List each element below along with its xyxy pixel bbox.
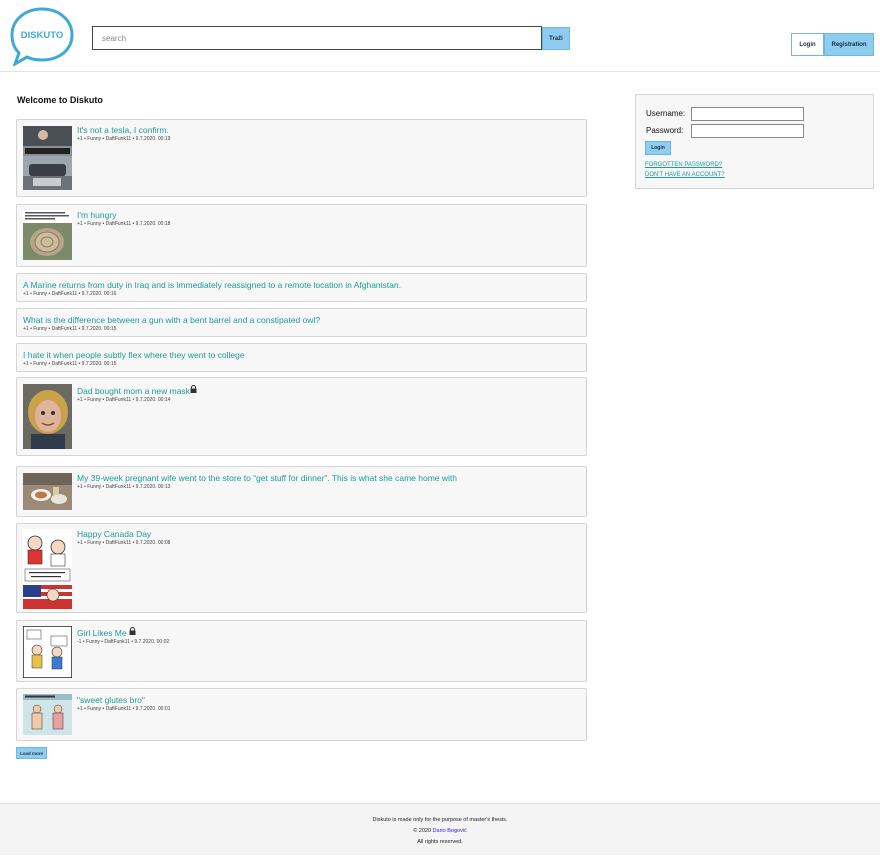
password-label: Password: <box>646 126 684 135</box>
login-button[interactable]: Login <box>645 141 671 155</box>
login-panel: Username: Password: Login FORGOTTEN PASS… <box>635 94 874 189</box>
post-card: Girl Likes Me -1 • Funny • DaftFunk11 • … <box>16 620 587 682</box>
post-meta: +1 • Funny • DaftFunk11 • 9.7.2020. 00:0… <box>77 540 171 546</box>
post-card: It's not a tesla, I confirm. +1 • Funny … <box>16 119 587 197</box>
post-card: Dad bought mom a new mask +1 • Funny • D… <box>16 377 587 456</box>
forgotten-password-link[interactable]: FORGOTTEN PASSWORD? <box>645 162 722 168</box>
footer-copyright: © 2020 Dario Bogović <box>0 828 880 834</box>
post-meta: +1 • Funny • DaftFunk11 • 9.7.2020. 00:0… <box>77 706 171 712</box>
footer-rights: All rights reserved. <box>417 839 463 845</box>
diskuto-logo[interactable]: DISKUTO <box>9 6 75 66</box>
post-meta: +1 • Funny • DaftFunk11 • 9.7.2020. 00:1… <box>77 221 171 227</box>
header-registration-button[interactable]: Registration <box>824 33 874 56</box>
post-card: "sweet glutes bro" +1 • Funny • DaftFunk… <box>16 688 587 741</box>
post-card: Happy Canada Day +1 • Funny • DaftFunk11… <box>16 523 587 613</box>
post-thumbnail[interactable] <box>23 473 72 510</box>
search-input[interactable] <box>92 26 542 50</box>
post-card: I hate it when people subtly flex where … <box>16 343 587 372</box>
logo-text: DISKUTO <box>21 30 64 41</box>
post-thumbnail[interactable] <box>23 529 72 609</box>
post-thumbnail[interactable] <box>23 126 72 190</box>
post-card: My 39-week pregnant wife went to the sto… <box>16 466 587 517</box>
post-title[interactable]: "sweet glutes bro" <box>77 695 145 705</box>
post-thumbnail[interactable] <box>23 626 72 678</box>
post-thumbnail[interactable] <box>23 384 72 449</box>
post-meta: +1 • Funny • DaftFunk11 • 9.7.2020. 00:1… <box>77 136 171 142</box>
post-title[interactable]: Happy Canada Day <box>77 529 151 539</box>
load-more-button[interactable]: Load more <box>16 747 47 759</box>
footer-note: Diskuto is made only for the purpose of … <box>372 817 508 823</box>
post-thumbnail[interactable] <box>23 694 72 735</box>
post-card: What is the difference between a gun wit… <box>16 308 587 337</box>
post-title[interactable]: I'm hungry <box>77 210 116 220</box>
post-meta: +1 • Funny • DaftFunk11 • 9.7.2020. 00:1… <box>23 361 117 367</box>
post-meta: -1 • Funny • DaftFunk11 • 9.7.2020. 00:0… <box>77 639 170 645</box>
post-title[interactable]: Dad bought mom a new mask <box>77 386 190 396</box>
post-meta: +1 • Funny • DaftFunk11 • 9.7.2020. 00:1… <box>77 397 171 403</box>
post-thumbnail[interactable] <box>23 210 72 260</box>
site-footer: Diskuto is made only for the purpose of … <box>0 803 880 855</box>
post-meta: +1 • Funny • DaftFunk11 • 9.7.2020. 00:1… <box>77 484 171 490</box>
post-card: I'm hungry +1 • Funny • DaftFunk11 • 9.7… <box>16 204 587 267</box>
username-label: Username: <box>646 109 686 118</box>
author-link[interactable]: Dario Bogović <box>433 828 467 834</box>
post-title[interactable]: I hate it when people subtly flex where … <box>23 350 245 360</box>
post-title[interactable]: A Marine returns from duty in Iraq and i… <box>23 280 401 290</box>
header-login-button[interactable]: Login <box>791 33 824 56</box>
post-title[interactable]: It's not a tesla, I confirm. <box>77 125 169 135</box>
search-button[interactable]: Traži <box>542 27 570 50</box>
page-title: Welcome to Diskuto <box>17 95 103 105</box>
username-field[interactable] <box>691 107 804 121</box>
post-meta: +1 • Funny • DaftFunk11 • 9.7.2020. 00:1… <box>23 291 117 297</box>
lock-icon <box>190 385 197 393</box>
copyright-text: © 2020 <box>413 828 432 834</box>
password-field[interactable] <box>691 124 804 138</box>
lock-icon <box>129 627 136 635</box>
site-header: DISKUTO Traži Login Registration <box>0 0 880 72</box>
post-meta: +1 • Funny • DaftFunk11 • 9.7.2020. 00:1… <box>23 326 117 332</box>
post-title[interactable]: What is the difference between a gun wit… <box>23 315 320 325</box>
post-card: A Marine returns from duty in Iraq and i… <box>16 273 587 302</box>
post-title[interactable]: Girl Likes Me <box>77 628 127 638</box>
post-title[interactable]: My 39-week pregnant wife went to the sto… <box>77 473 457 483</box>
register-link[interactable]: DON'T HAVE AN ACCOUNT? <box>645 172 725 178</box>
